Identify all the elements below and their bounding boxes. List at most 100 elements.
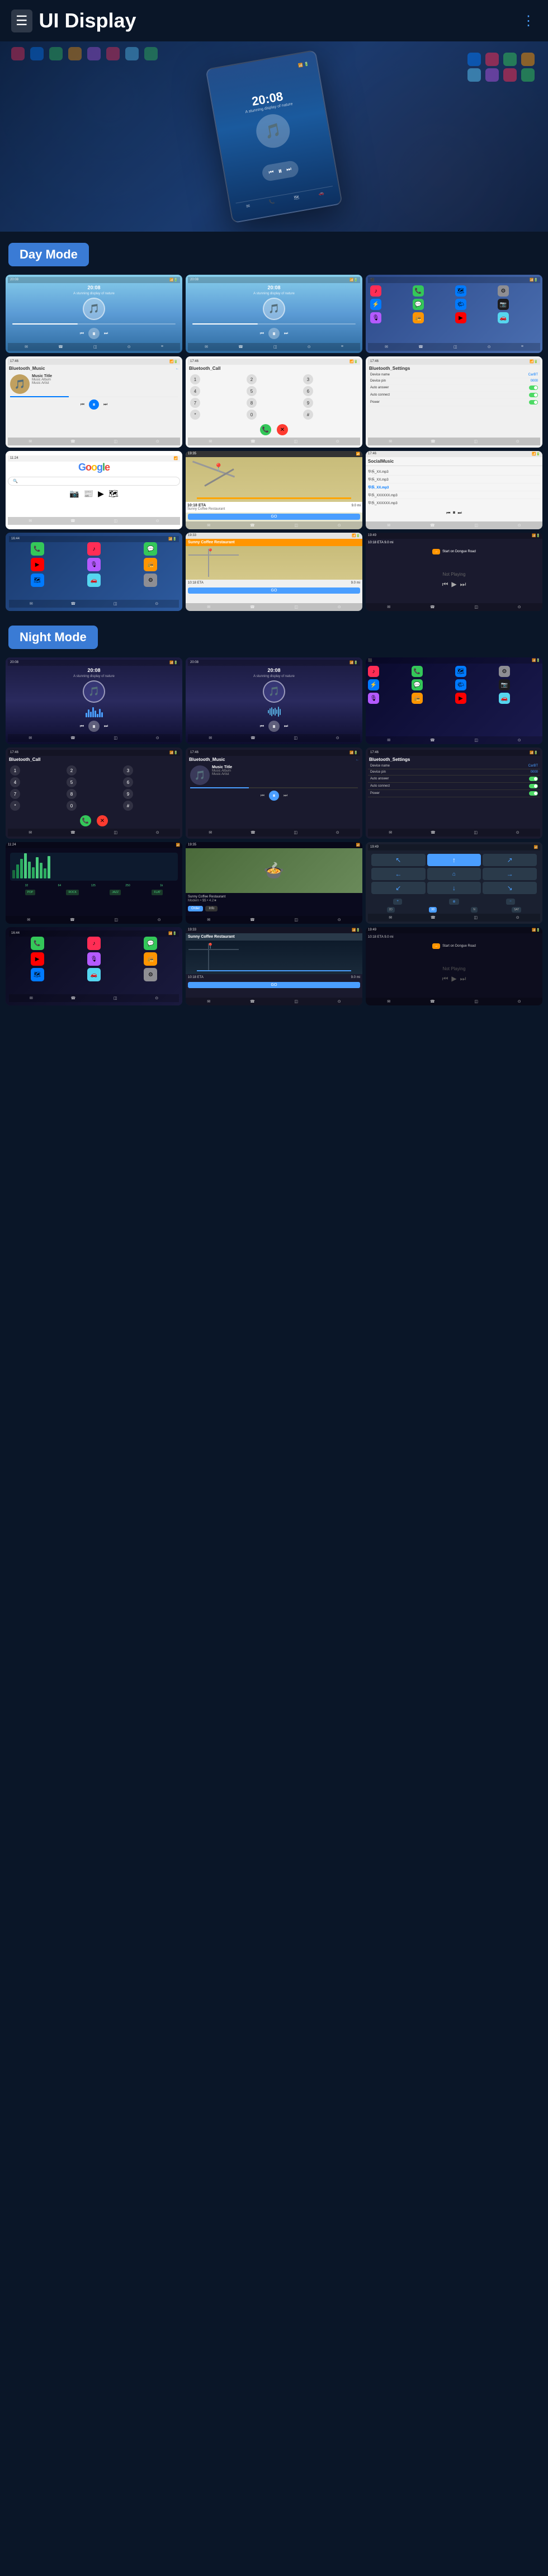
bottom-6a[interactable]: ✉ [389, 439, 392, 444]
nav-3d[interactable]: 3D [429, 907, 437, 913]
prev-2[interactable]: ⏮ [260, 331, 264, 336]
bottom-map-3[interactable]: ◫ [453, 345, 457, 349]
email-icon[interactable]: ✉ [246, 203, 251, 209]
night-bnp-d[interactable]: ⊙ [518, 999, 521, 1004]
bottom-7b[interactable]: ☎ [70, 519, 75, 523]
bottom-12d[interactable]: ⊙ [518, 605, 521, 609]
night-be-c[interactable]: ◫ [114, 918, 118, 922]
bottom-8a[interactable]: ✉ [207, 523, 210, 528]
bottom-more-1[interactable]: ≡ [161, 345, 163, 349]
night-bt-prev[interactable]: ⏮ [261, 793, 264, 798]
night-be-b[interactable]: ☎ [70, 918, 75, 922]
nav-north[interactable]: N [471, 907, 478, 913]
nav-btn-1[interactable]: ↖ [371, 854, 426, 866]
night-dial-2[interactable]: 2 [67, 765, 77, 775]
np-play[interactable]: ▶ [451, 580, 456, 589]
dial-5[interactable]: 5 [247, 386, 257, 396]
night-app-yt[interactable]: ▶ [455, 693, 466, 704]
bottom-9d[interactable]: ⊙ [518, 523, 521, 528]
g-app-4[interactable]: 🗺 [108, 489, 119, 499]
dial-0[interactable]: 0 [247, 410, 257, 420]
night-bf-a[interactable]: ✉ [207, 918, 210, 922]
night-dial-6[interactable]: 6 [123, 777, 133, 787]
night-np-prev[interactable]: ⏮ [442, 975, 448, 983]
night-bg-d[interactable]: ⊙ [518, 738, 521, 742]
night-auto-answer-toggle[interactable] [529, 777, 538, 781]
nav-btn-home[interactable]: ⌂ [427, 868, 481, 880]
np-next[interactable]: ⏭ [460, 580, 466, 589]
night-dial-4[interactable]: 4 [10, 777, 20, 787]
night-cp-msg[interactable]: 💬 [144, 937, 157, 950]
nav-btn-6[interactable]: ↙ [371, 882, 426, 894]
dial-9[interactable]: 9 [303, 398, 313, 408]
g-app-3[interactable]: ▶ [98, 489, 104, 499]
night-go-btn[interactable]: GO [188, 982, 360, 988]
prev-1[interactable]: ⏮ [80, 331, 84, 336]
bottom-5b[interactable]: ☎ [251, 439, 256, 444]
nav-btn-5[interactable]: → [483, 868, 537, 880]
night-bf-b[interactable]: ☎ [250, 918, 255, 922]
night-app-settings[interactable]: ⚙ [499, 666, 510, 677]
night-bl-c[interactable]: ◫ [114, 996, 117, 1000]
night-auto-connect-toggle[interactable] [529, 784, 538, 788]
night-dial-7[interactable]: 7 [10, 789, 20, 799]
bottom-12c[interactable]: ◫ [474, 605, 478, 609]
nav-btn-4[interactable]: ← [371, 868, 426, 880]
more-options-icon[interactable]: ⋮ [522, 13, 537, 29]
nav-sat[interactable]: SAT [512, 907, 521, 913]
menu-icon[interactable]: ☰ [11, 10, 32, 32]
bottom-8c[interactable]: ◫ [294, 523, 298, 528]
nav-center[interactable]: ⊕ [449, 899, 459, 905]
bottom-5a[interactable]: ✉ [209, 439, 212, 444]
dial-8[interactable]: 8 [247, 398, 257, 408]
night-prev-2[interactable]: ⏮ [260, 723, 264, 729]
night-app-weather[interactable]: 🌤 [455, 679, 466, 690]
bottom-phone-1[interactable]: ☎ [58, 345, 63, 349]
bottom-6d[interactable]: ⊙ [516, 439, 519, 444]
night-cp-waze[interactable]: 🚗 [87, 968, 101, 981]
bottom-9a[interactable]: ✉ [387, 523, 390, 528]
night-b-1d[interactable]: ⊙ [156, 736, 159, 740]
night-bnp-a[interactable]: ✉ [387, 999, 390, 1004]
nav-zoom-in[interactable]: + [393, 899, 402, 905]
night-bg-c[interactable]: ◫ [474, 738, 478, 742]
np-prev[interactable]: ⏮ [442, 580, 448, 589]
map-go-button[interactable]: GO [188, 514, 360, 520]
app-weather[interactable]: 🌤 [455, 299, 466, 310]
phone-icon-hero[interactable]: 📞 [268, 199, 275, 205]
nav-btn-7[interactable]: ↓ [427, 882, 481, 894]
night-bf-d[interactable]: ⊙ [338, 918, 341, 922]
nav-btn-2[interactable]: ↑ [427, 854, 481, 866]
night-next-1[interactable]: ⏭ [104, 723, 108, 729]
bottom-8b[interactable]: ☎ [250, 523, 255, 528]
bottom-8d[interactable]: ⊙ [338, 523, 341, 528]
auto-connect-toggle[interactable] [529, 393, 538, 397]
dial-hash[interactable]: # [303, 410, 313, 420]
cp-pod[interactable]: 🎙 [87, 558, 101, 571]
bottom-7d[interactable]: ⊙ [156, 519, 159, 523]
social-next[interactable]: ⏭ [458, 510, 462, 516]
bottom-9b[interactable]: ☎ [430, 523, 435, 528]
social-prev[interactable]: ⏮ [446, 510, 450, 516]
night-bm-c[interactable]: ◫ [294, 830, 297, 835]
night-bsn-c[interactable]: ◫ [294, 999, 298, 1004]
bottom-4b[interactable]: ☎ [70, 439, 75, 444]
eq-btn-2[interactable]: ROCK [66, 890, 78, 895]
night-bm-d[interactable]: ⊙ [336, 830, 339, 835]
dial-star[interactable]: * [190, 410, 200, 420]
next-2[interactable]: ⏭ [284, 331, 288, 336]
bt-prev[interactable]: ⏮ [81, 402, 84, 407]
dial-4[interactable]: 4 [190, 386, 200, 396]
night-bt-play[interactable]: ⏸ [269, 791, 279, 801]
night-dial-8[interactable]: 8 [67, 789, 77, 799]
call-end[interactable]: ✕ [277, 424, 288, 435]
night-next-2[interactable]: ⏭ [284, 723, 288, 729]
dial-7[interactable]: 7 [190, 398, 200, 408]
bottom-auto-1[interactable]: ⊙ [127, 345, 131, 349]
night-bg-a[interactable]: ✉ [387, 738, 390, 742]
bottom-10a[interactable]: ✉ [30, 601, 33, 606]
bottom-5c[interactable]: ◫ [294, 439, 297, 444]
night-answer[interactable]: 📞 [80, 815, 91, 826]
night-bm-b[interactable]: ☎ [251, 830, 256, 835]
cp-msg[interactable]: 💬 [144, 542, 157, 556]
